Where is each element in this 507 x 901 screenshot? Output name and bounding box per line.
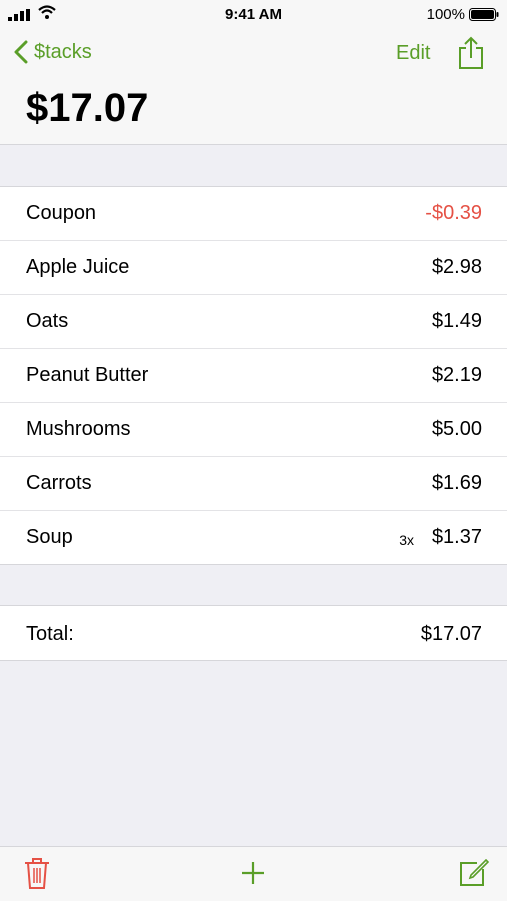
item-name: Mushrooms — [26, 418, 131, 440]
navigation-bar: $tacks Edit $17.07 — [0, 28, 507, 145]
total-label: Total: — [26, 623, 74, 645]
compose-icon[interactable] — [459, 858, 490, 892]
item-price: $2.98 — [431, 256, 482, 278]
bottom-toolbar — [0, 846, 507, 901]
total-row: Total: $17.07 — [0, 605, 507, 661]
item-name: Coupon — [26, 202, 97, 224]
list-item[interactable]: Carrots $1.69 — [0, 457, 507, 511]
item-quantity: 3x — [399, 532, 414, 548]
battery-percent: 100% — [426, 6, 465, 23]
share-icon[interactable] — [457, 36, 485, 75]
list-item[interactable]: Peanut Butter $2.19 — [0, 349, 507, 403]
chevron-left-icon — [14, 40, 28, 64]
item-list: Coupon -$0.39 Apple Juice $2.98 Oats $1.49 Pea… — [0, 186, 507, 565]
total-value: $17.07 — [420, 623, 482, 645]
item-price: $1.69 — [431, 472, 482, 494]
item-price: $2.19 — [431, 364, 482, 386]
list-item[interactable]: Coupon -$0.39 — [0, 187, 507, 241]
list-item[interactable]: Mushrooms $5.00 — [0, 403, 507, 457]
list-item[interactable]: Apple Juice $2.98 — [0, 241, 507, 295]
item-name: Peanut Butter — [26, 364, 149, 386]
item-name: Soup — [26, 526, 73, 548]
item-price: -$0.39 — [425, 202, 482, 224]
item-name: Carrots — [26, 472, 92, 494]
item-name: Oats — [26, 310, 69, 332]
edit-button[interactable]: Edit — [396, 42, 430, 65]
list-item[interactable]: Oats $1.49 — [0, 295, 507, 349]
back-button[interactable]: $tacks — [14, 40, 92, 64]
back-label: $tacks — [34, 40, 92, 63]
item-price: $1.37 — [431, 526, 482, 548]
battery-icon — [469, 8, 499, 25]
item-price: $1.49 — [431, 310, 482, 332]
page-title: $17.07 — [26, 86, 149, 130]
item-price: $5.00 — [431, 418, 482, 440]
item-name: Apple Juice — [26, 256, 130, 278]
status-bar: 9:41 AM 100% — [0, 0, 507, 28]
list-item[interactable]: Soup 3x $1.37 — [0, 511, 507, 564]
trash-icon[interactable] — [24, 857, 50, 894]
plus-icon[interactable] — [241, 861, 265, 890]
